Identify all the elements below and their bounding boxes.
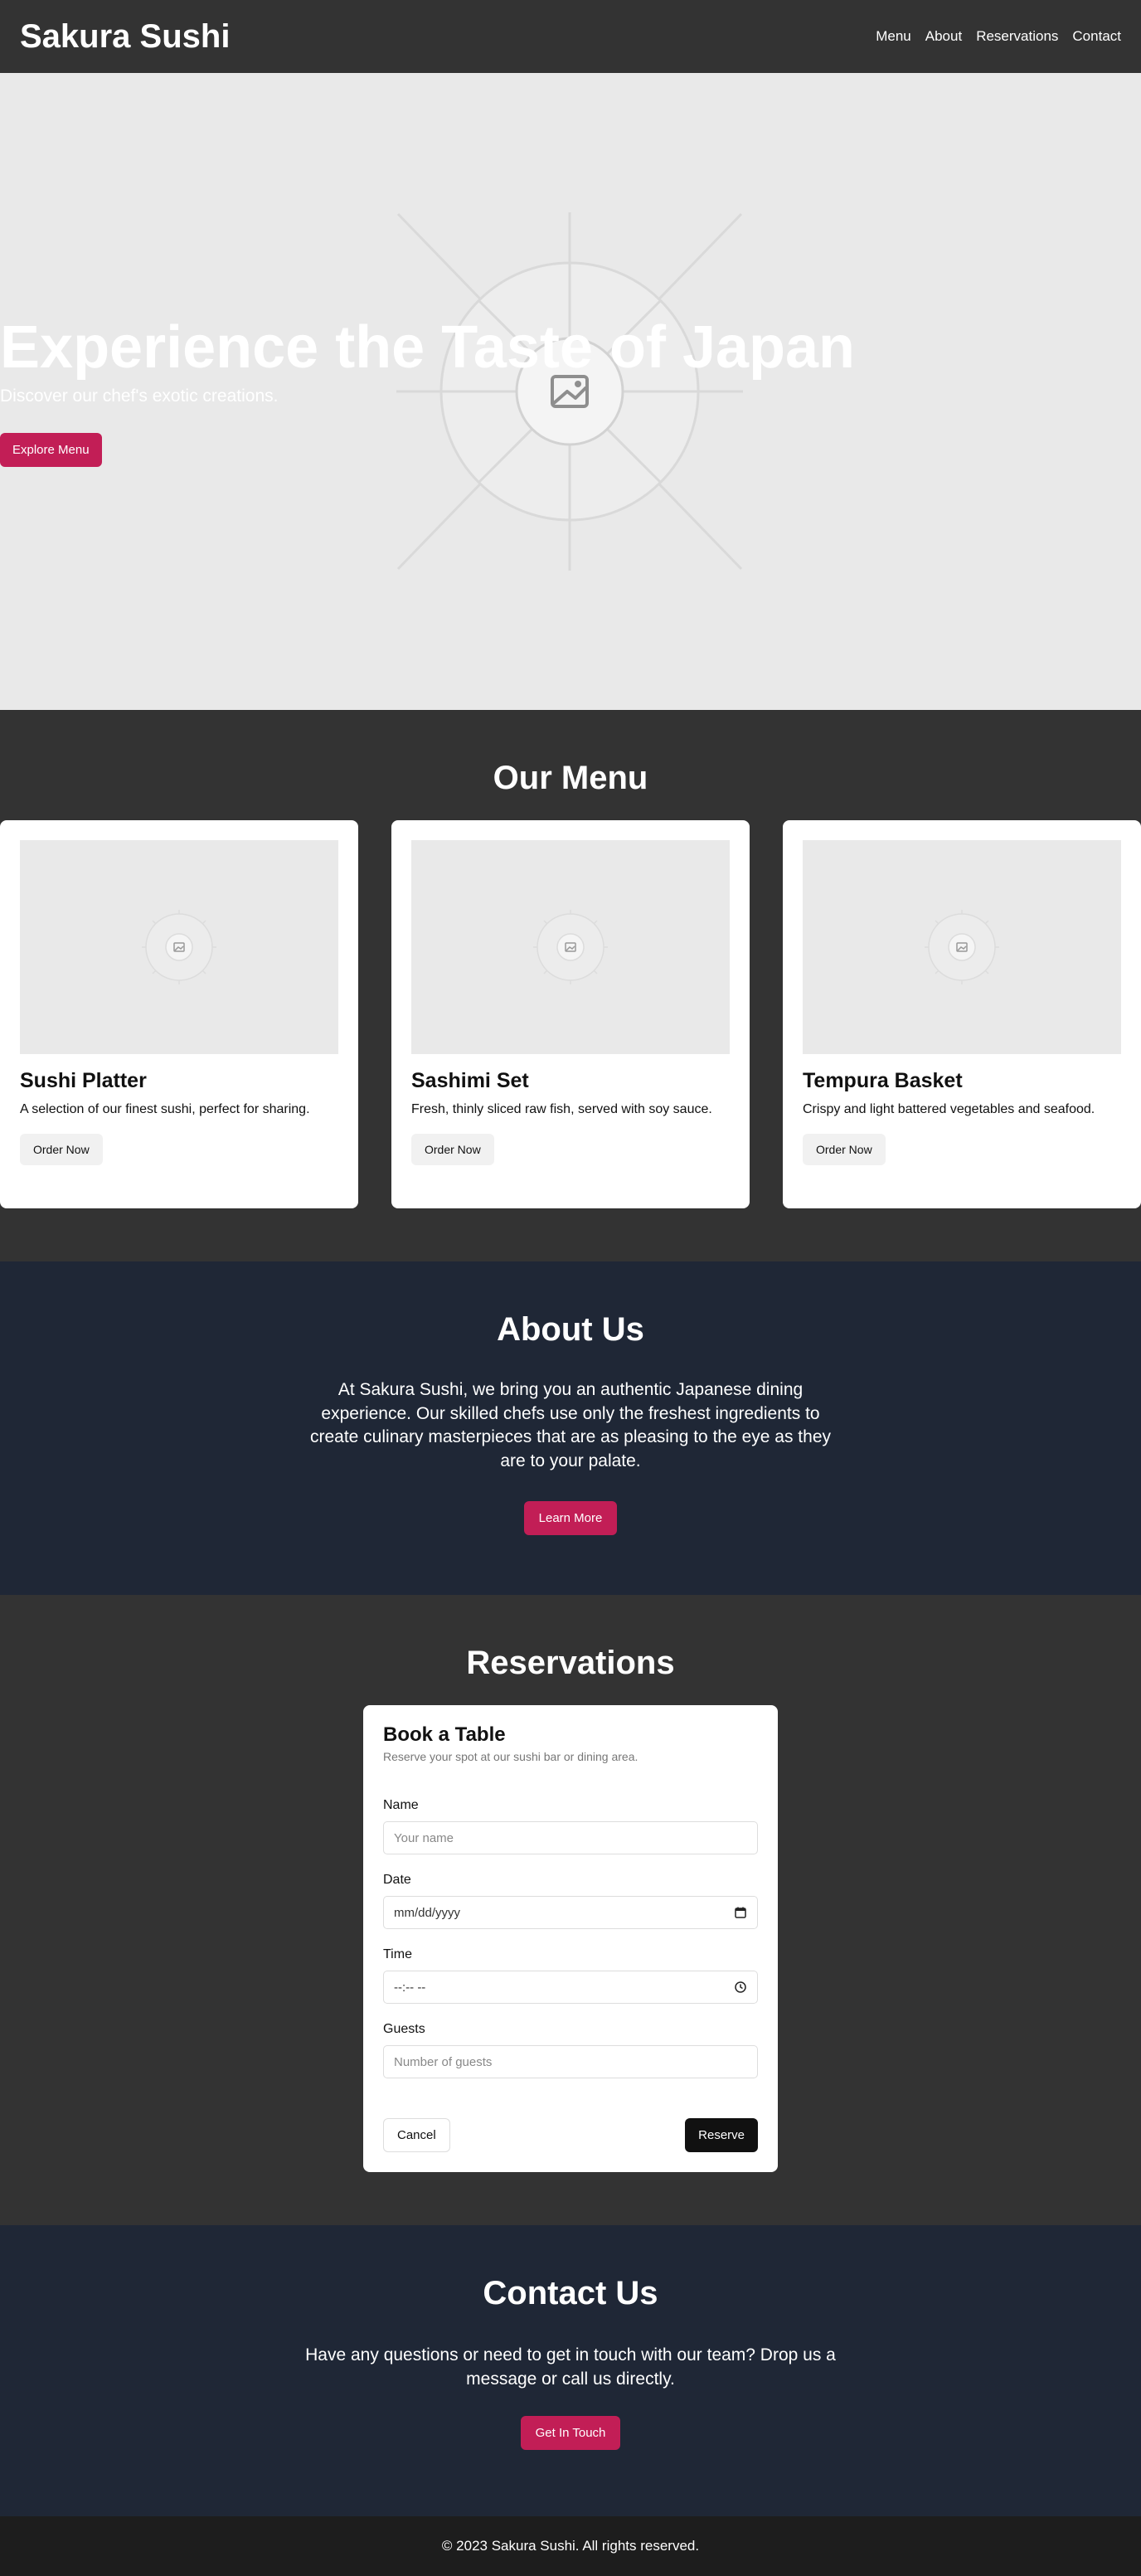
guests-input[interactable]: Number of guests <box>383 2045 758 2079</box>
menu-card: Sushi Platter A selection of our finest … <box>0 820 358 1208</box>
reservations-section-title: Reservations <box>466 1645 675 1682</box>
date-field-group: Date mm/dd/yyyy <box>383 1873 758 1930</box>
card-image-placeholder <box>411 840 730 1054</box>
card-title: Tempura Basket <box>803 1069 963 1092</box>
about-section-title: About Us <box>497 1311 644 1348</box>
time-input[interactable]: --:-- -- <box>383 1971 758 2005</box>
get-in-touch-button[interactable]: Get In Touch <box>520 2416 621 2451</box>
nav-link-reservations[interactable]: Reservations <box>976 28 1058 45</box>
menu-card: Tempura Basket Crispy and light battered… <box>783 820 1141 1208</box>
contact-text: Have any questions or need to get in tou… <box>305 2345 836 2389</box>
guests-field-group: Guests Number of guests <box>383 2022 758 2079</box>
explore-menu-button[interactable]: Explore Menu <box>0 433 102 468</box>
reservation-card-title: Book a Table <box>383 1723 506 1747</box>
time-placeholder: --:-- -- <box>394 1980 426 1995</box>
order-now-button[interactable]: Order Now <box>20 1133 103 1165</box>
card-title: Sashimi Set <box>411 1069 529 1092</box>
learn-more-button[interactable]: Learn More <box>523 1501 618 1536</box>
date-label: Date <box>383 1873 411 1888</box>
time-label: Time <box>383 1947 412 1962</box>
card-description: Fresh, thinly sliced raw fish, served wi… <box>411 1102 712 1116</box>
guests-label: Guests <box>383 2022 425 2037</box>
hero-content: Experience the Taste of Japan Discover o… <box>0 312 856 468</box>
hero-subtitle: Discover our chef's exotic creations. <box>0 386 279 406</box>
menu-grid: Sushi Platter A selection of our finest … <box>0 820 1141 1208</box>
site-header: Sakura Sushi Menu About Reservations Con… <box>0 0 1141 73</box>
main-nav: Menu About Reservations Contact <box>876 28 1121 45</box>
menu-section-title: Our Menu <box>493 760 648 796</box>
guests-placeholder: Number of guests <box>394 2054 493 2069</box>
order-now-button[interactable]: Order Now <box>803 1133 886 1165</box>
hero-section: Experience the Taste of Japan Discover o… <box>0 73 1141 710</box>
contact-section: Contact Us Have any questions or need to… <box>0 2225 1141 2517</box>
menu-section: Our Menu Sushi Platter A selection of ou… <box>0 710 1141 1261</box>
form-actions: Cancel Reserve <box>383 2118 758 2153</box>
logo[interactable]: Sakura Sushi <box>20 18 230 56</box>
name-placeholder: Your name <box>394 1830 454 1845</box>
card-description: Crispy and light battered vegetables and… <box>803 1102 1095 1116</box>
footer-copyright: © 2023 Sakura Sushi. All rights reserved… <box>441 2538 700 2554</box>
reservations-section: Reservations Book a Table Reserve your s… <box>0 1595 1141 2226</box>
name-input[interactable]: Your name <box>383 1821 758 1855</box>
card-image-placeholder <box>20 840 338 1054</box>
hero-title: Experience the Taste of Japan <box>0 314 856 381</box>
nav-link-contact[interactable]: Contact <box>1072 28 1121 45</box>
menu-card: Sashimi Set Fresh, thinly sliced raw fis… <box>391 820 750 1208</box>
calendar-icon[interactable] <box>734 1906 747 1919</box>
reservation-card-subtitle: Reserve your spot at our sushi bar or di… <box>383 1750 638 1764</box>
date-placeholder: mm/dd/yyyy <box>394 1905 461 1920</box>
reservation-card: Book a Table Reserve your spot at our su… <box>363 1705 778 2173</box>
reservation-form: Name Your name Date mm/dd/yyyy Time --:-… <box>383 1798 758 2153</box>
cancel-button[interactable]: Cancel <box>383 2118 450 2153</box>
about-text: At Sakura Sushi, we bring you an authent… <box>309 1380 831 1470</box>
reserve-button[interactable]: Reserve <box>685 2118 758 2153</box>
time-field-group: Time --:-- -- <box>383 1947 758 2005</box>
card-description: A selection of our finest sushi, perfect… <box>20 1102 310 1116</box>
date-input[interactable]: mm/dd/yyyy <box>383 1896 758 1930</box>
name-label: Name <box>383 1798 419 1813</box>
order-now-button[interactable]: Order Now <box>411 1133 494 1165</box>
contact-section-title: Contact Us <box>483 2275 658 2312</box>
nav-link-menu[interactable]: Menu <box>876 28 911 45</box>
site-footer: © 2023 Sakura Sushi. All rights reserved… <box>0 2516 1141 2576</box>
nav-link-about[interactable]: About <box>925 28 962 45</box>
card-title: Sushi Platter <box>20 1069 147 1092</box>
about-section: About Us At Sakura Sushi, we bring you a… <box>0 1261 1141 1596</box>
name-field-group: Name Your name <box>383 1798 758 1855</box>
card-image-placeholder <box>803 840 1121 1054</box>
clock-icon[interactable] <box>734 1981 747 1994</box>
